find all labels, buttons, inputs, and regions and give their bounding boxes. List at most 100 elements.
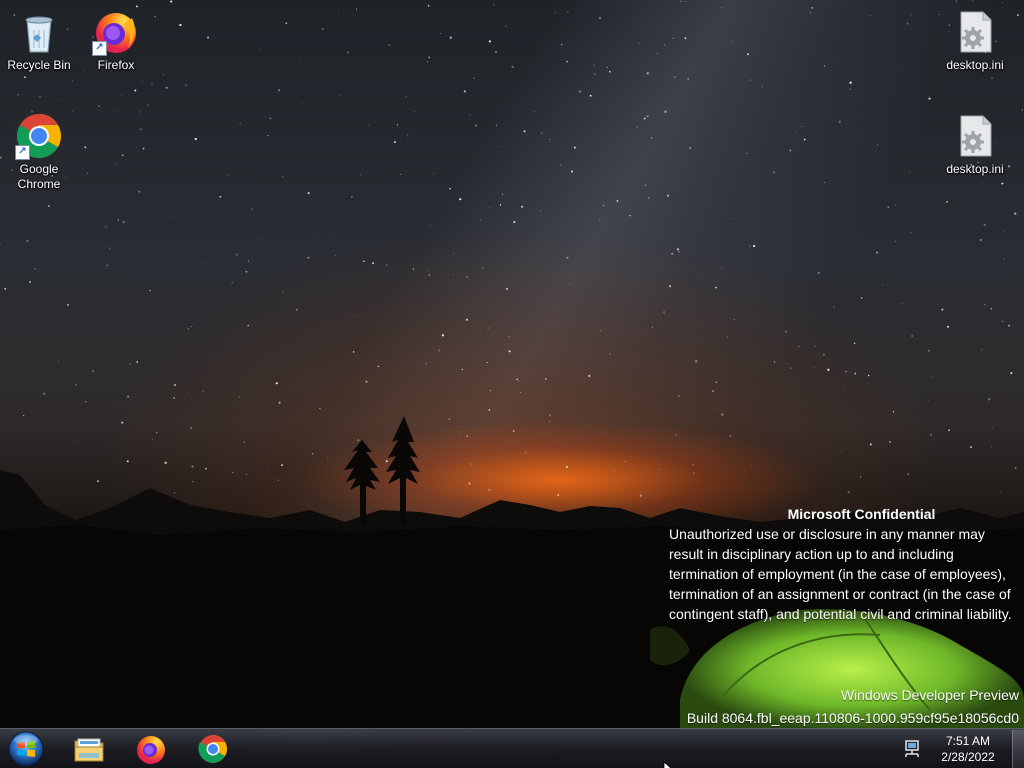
star bbox=[275, 382, 278, 385]
show-desktop-button[interactable] bbox=[1012, 730, 1024, 768]
star bbox=[154, 16, 156, 18]
desktop-icon-google-chrome[interactable]: ↗ Google Chrome bbox=[1, 112, 77, 192]
star bbox=[516, 378, 519, 381]
star bbox=[603, 204, 605, 206]
star bbox=[282, 292, 284, 294]
firefox-icon bbox=[137, 736, 165, 764]
star bbox=[138, 190, 141, 193]
star bbox=[843, 388, 844, 390]
star bbox=[533, 111, 535, 113]
star bbox=[801, 126, 802, 128]
star bbox=[972, 0, 974, 2]
taskbar-chrome[interactable] bbox=[186, 731, 240, 767]
star bbox=[400, 173, 402, 175]
star bbox=[26, 239, 29, 243]
star bbox=[636, 126, 638, 128]
star bbox=[352, 314, 354, 316]
star bbox=[149, 289, 151, 292]
star bbox=[727, 336, 728, 338]
star bbox=[489, 206, 490, 208]
star bbox=[190, 326, 192, 328]
star bbox=[453, 252, 455, 254]
star bbox=[972, 377, 974, 379]
star bbox=[678, 250, 680, 253]
star bbox=[469, 114, 471, 116]
star bbox=[147, 104, 149, 107]
star bbox=[84, 146, 87, 149]
star bbox=[634, 70, 635, 72]
star bbox=[773, 171, 775, 174]
star bbox=[165, 86, 168, 89]
desktop-icon-firefox[interactable]: ↗ Firefox bbox=[78, 8, 154, 73]
star bbox=[981, 349, 983, 351]
star bbox=[122, 220, 125, 224]
star bbox=[517, 380, 519, 382]
star bbox=[606, 66, 609, 68]
star bbox=[339, 95, 341, 96]
star bbox=[278, 89, 281, 92]
taskbar-firefox[interactable] bbox=[124, 731, 178, 767]
star bbox=[269, 117, 272, 120]
file-explorer-icon bbox=[74, 738, 104, 762]
star bbox=[667, 194, 669, 197]
star bbox=[239, 122, 241, 124]
star bbox=[247, 324, 249, 327]
star bbox=[733, 319, 735, 321]
star bbox=[560, 43, 563, 46]
star bbox=[668, 285, 672, 288]
desktop-icon-desktop-ini-1[interactable]: desktop.ini bbox=[937, 8, 1013, 73]
star bbox=[901, 303, 903, 305]
star bbox=[656, 53, 658, 55]
star bbox=[541, 132, 543, 134]
star bbox=[861, 297, 863, 299]
star bbox=[493, 4, 495, 6]
star bbox=[427, 4, 430, 7]
desktop-icon-desktop-ini-2[interactable]: desktop.ini bbox=[937, 112, 1013, 177]
star bbox=[228, 174, 230, 176]
star bbox=[207, 36, 210, 39]
star bbox=[941, 308, 944, 311]
firefox-icon: ↗ bbox=[92, 8, 140, 56]
star bbox=[359, 174, 361, 176]
star bbox=[245, 270, 248, 273]
star bbox=[299, 61, 301, 63]
taskbar: 7:51 AM 2/28/2022 bbox=[0, 728, 1024, 768]
star bbox=[594, 73, 596, 75]
clock[interactable]: 7:51 AM 2/28/2022 bbox=[938, 733, 998, 765]
star bbox=[821, 205, 823, 207]
star bbox=[267, 135, 269, 137]
star bbox=[803, 138, 806, 141]
star bbox=[817, 271, 820, 274]
star bbox=[798, 346, 800, 347]
star bbox=[479, 219, 482, 222]
star bbox=[945, 200, 949, 203]
star bbox=[184, 84, 187, 87]
star bbox=[814, 367, 816, 369]
desktop[interactable]: Recycle Bin ↗ Firefox ↗ Google Chrome de… bbox=[0, 0, 1024, 768]
star bbox=[579, 90, 582, 93]
star bbox=[540, 210, 542, 212]
star bbox=[486, 361, 488, 364]
start-button[interactable] bbox=[6, 730, 46, 768]
star bbox=[429, 224, 431, 227]
star bbox=[129, 363, 132, 366]
build-watermark: Windows Developer Preview Build 8064.fbl… bbox=[687, 684, 1019, 730]
star bbox=[466, 318, 468, 321]
desktop-icon-recycle-bin[interactable]: Recycle Bin bbox=[1, 8, 77, 73]
star bbox=[876, 251, 879, 254]
star bbox=[838, 120, 841, 123]
star bbox=[909, 171, 911, 173]
star bbox=[997, 88, 999, 90]
star bbox=[643, 117, 646, 120]
star bbox=[983, 223, 986, 227]
star bbox=[104, 225, 107, 228]
star bbox=[787, 363, 789, 365]
network-icon[interactable] bbox=[902, 739, 922, 759]
star bbox=[785, 330, 787, 333]
star bbox=[569, 283, 571, 285]
taskbar-file-explorer[interactable] bbox=[62, 731, 116, 767]
star bbox=[901, 64, 903, 65]
star bbox=[651, 326, 653, 328]
star bbox=[158, 298, 160, 300]
star bbox=[134, 89, 137, 92]
